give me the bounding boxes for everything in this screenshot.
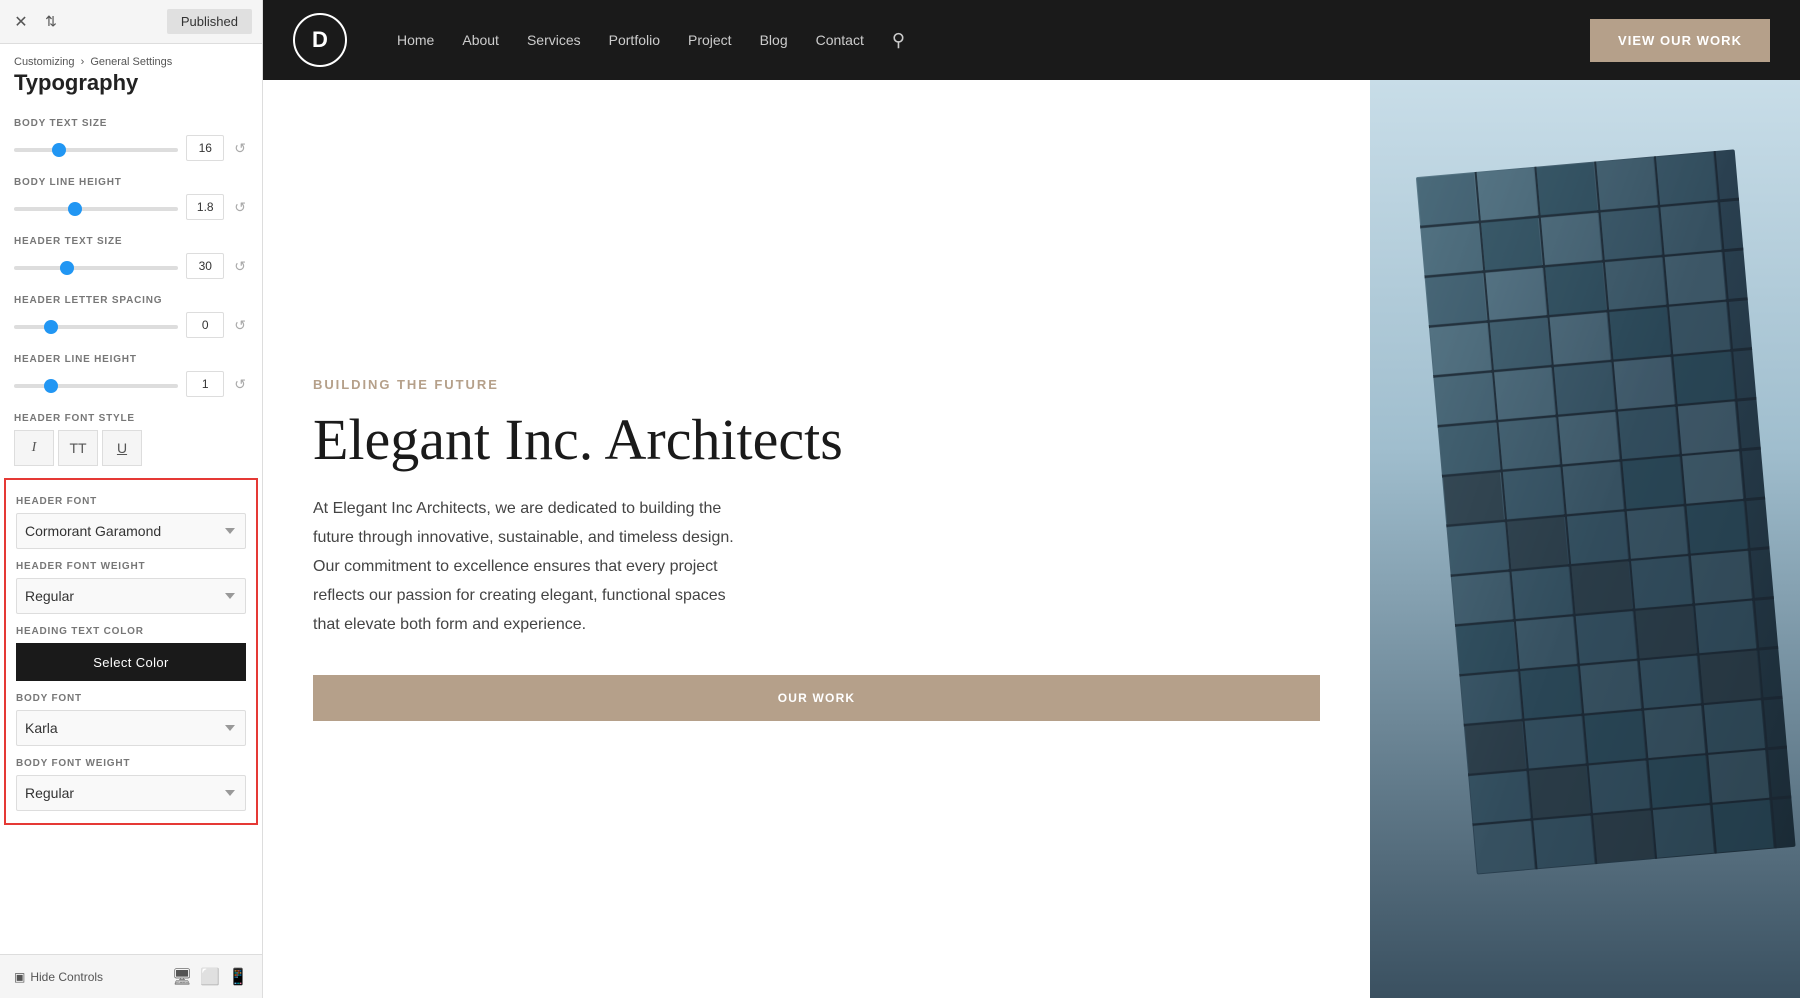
heading-text-color-label: HEADING TEXT COLOR [16, 626, 246, 637]
header-letter-spacing-label: HEADER LETTER SPACING [14, 295, 248, 306]
hide-controls-icon: ▣ [14, 970, 25, 984]
breadcrumb-part2: General Settings [90, 56, 172, 68]
font-style-group: I TT U [14, 430, 248, 466]
view-work-button[interactable]: VIEW OUR WORK [1590, 19, 1770, 62]
body-line-height-control: ↺ [14, 194, 248, 220]
header-text-size-input[interactable] [186, 253, 224, 279]
header-text-size-row: HEADER TEXT SIZE ↺ [0, 226, 262, 285]
panel-topbar: ✕ ⇅ Published [0, 0, 262, 44]
body-font-label: BODY FONT [16, 693, 246, 704]
header-font-weight-row: HEADER FONT WEIGHT Thin Light Regular Me… [16, 553, 246, 618]
preview-hero-right: /* windows rendered below */ [1370, 80, 1800, 998]
panel-content: BODY TEXT SIZE ↺ BODY LINE HEIGHT ↺ [0, 108, 262, 998]
header-line-height-control: ↺ [14, 371, 248, 397]
body-line-height-slider-container [14, 198, 178, 216]
search-icon[interactable]: ⚲ [892, 30, 905, 51]
preview-logo: D [293, 13, 347, 67]
body-line-height-slider[interactable] [14, 207, 178, 211]
hide-controls-button[interactable]: ▣ Hide Controls [14, 970, 103, 984]
panel-title: Typography [0, 70, 262, 108]
header-font-label: HEADER FONT [16, 496, 246, 507]
header-line-height-slider[interactable] [14, 384, 178, 388]
topbar-left: ✕ ⇅ [10, 11, 62, 33]
breadcrumb-separator: › [81, 56, 88, 68]
preview-heading: Elegant Inc. Architects [313, 408, 1320, 472]
body-line-height-label: BODY LINE HEIGHT [14, 177, 248, 188]
header-font-style-row: HEADER FONT STYLE I TT U [0, 403, 262, 472]
body-text-size-label: BODY TEXT SIZE [14, 118, 248, 129]
header-letter-spacing-input[interactable] [186, 312, 224, 338]
view-icons: 🖥 ⬜ 📱 [172, 967, 248, 987]
body-text-size-row: BODY TEXT SIZE ↺ [0, 108, 262, 167]
nav-link-blog[interactable]: Blog [760, 32, 788, 48]
body-font-weight-row: BODY FONT WEIGHT Thin Light Regular Medi… [16, 750, 246, 815]
header-letter-spacing-slider[interactable] [14, 325, 178, 329]
header-text-size-reset[interactable]: ↺ [232, 258, 248, 275]
nav-link-about[interactable]: About [462, 32, 499, 48]
header-text-size-slider-container [14, 257, 178, 275]
body-font-weight-select[interactable]: Thin Light Regular Medium SemiBold Bold [16, 775, 246, 811]
header-font-weight-label: HEADER FONT WEIGHT [16, 561, 246, 572]
nav-link-contact[interactable]: Contact [816, 32, 864, 48]
header-letter-spacing-control: ↺ [14, 312, 248, 338]
caps-button[interactable]: TT [58, 430, 98, 466]
nav-link-project[interactable]: Project [688, 32, 732, 48]
body-text-size-control: ↺ [14, 135, 248, 161]
preview-eyebrow: BUILDING THE FUTURE [313, 377, 1320, 392]
header-font-style-label: HEADER FONT STYLE [14, 413, 248, 424]
header-line-height-reset[interactable]: ↺ [232, 376, 248, 393]
header-font-weight-select[interactable]: Thin Light Regular Medium SemiBold Bold [16, 578, 246, 614]
underline-button[interactable]: U [102, 430, 142, 466]
panel-bottom: ▣ Hide Controls 🖥 ⬜ 📱 [0, 954, 262, 998]
heading-text-color-row: HEADING TEXT COLOR Select Color [16, 618, 246, 685]
body-font-select[interactable]: Karla Open Sans Roboto Lato Source Sans … [16, 710, 246, 746]
preview-hero-left: BUILDING THE FUTURE Elegant Inc. Archite… [263, 80, 1370, 998]
preview-cta-button[interactable]: OUR WORK [313, 675, 1320, 721]
header-letter-spacing-slider-container [14, 316, 178, 334]
header-line-height-row: HEADER LINE HEIGHT ↺ [0, 344, 262, 403]
desktop-view-button[interactable]: 🖥 [172, 967, 192, 987]
preview-body-text: At Elegant Inc Architects, we are dedica… [313, 495, 753, 639]
body-text-size-slider[interactable] [14, 148, 178, 152]
preview-content: BUILDING THE FUTURE Elegant Inc. Archite… [263, 80, 1800, 998]
preview-nav: D Home About Services Portfolio Project … [263, 0, 1800, 80]
close-button[interactable]: ✕ [10, 11, 32, 33]
breadcrumb-part1: Customizing [14, 56, 75, 68]
building-svg: /* windows rendered below */ [1370, 80, 1800, 998]
left-panel: ✕ ⇅ Published Customizing › General Sett… [0, 0, 263, 998]
body-text-size-input[interactable] [186, 135, 224, 161]
select-color-button[interactable]: Select Color [16, 643, 246, 681]
header-text-size-slider[interactable] [14, 266, 178, 270]
nav-link-home[interactable]: Home [397, 32, 434, 48]
header-letter-spacing-reset[interactable]: ↺ [232, 317, 248, 334]
body-line-height-input[interactable] [186, 194, 224, 220]
tablet-view-button[interactable]: ⬜ [200, 967, 220, 987]
header-letter-spacing-row: HEADER LETTER SPACING ↺ [0, 285, 262, 344]
header-text-size-label: HEADER TEXT SIZE [14, 236, 248, 247]
building-image: /* windows rendered below */ [1370, 80, 1800, 998]
header-line-height-input[interactable] [186, 371, 224, 397]
highlighted-section: HEADER FONT Cormorant Garamond Georgia T… [4, 478, 258, 825]
header-text-size-control: ↺ [14, 253, 248, 279]
preview-area: D Home About Services Portfolio Project … [263, 0, 1800, 998]
header-line-height-label: HEADER LINE HEIGHT [14, 354, 248, 365]
body-font-row: BODY FONT Karla Open Sans Roboto Lato So… [16, 685, 246, 750]
nav-link-portfolio[interactable]: Portfolio [609, 32, 660, 48]
body-text-size-reset[interactable]: ↺ [232, 140, 248, 157]
breadcrumb: Customizing › General Settings [0, 44, 262, 70]
italic-button[interactable]: I [14, 430, 54, 466]
body-font-weight-label: BODY FONT WEIGHT [16, 758, 246, 769]
hide-controls-label: Hide Controls [30, 970, 103, 984]
body-line-height-row: BODY LINE HEIGHT ↺ [0, 167, 262, 226]
header-font-select[interactable]: Cormorant Garamond Georgia Times New Rom… [16, 513, 246, 549]
body-line-height-reset[interactable]: ↺ [232, 199, 248, 216]
header-font-row: HEADER FONT Cormorant Garamond Georgia T… [16, 488, 246, 553]
header-line-height-slider-container [14, 375, 178, 393]
nav-link-services[interactable]: Services [527, 32, 581, 48]
mobile-view-button[interactable]: 📱 [228, 967, 248, 987]
swap-button[interactable]: ⇅ [40, 11, 62, 33]
published-button[interactable]: Published [167, 9, 252, 34]
preview-nav-links: Home About Services Portfolio Project Bl… [397, 30, 1550, 51]
body-text-size-slider-container [14, 139, 178, 157]
